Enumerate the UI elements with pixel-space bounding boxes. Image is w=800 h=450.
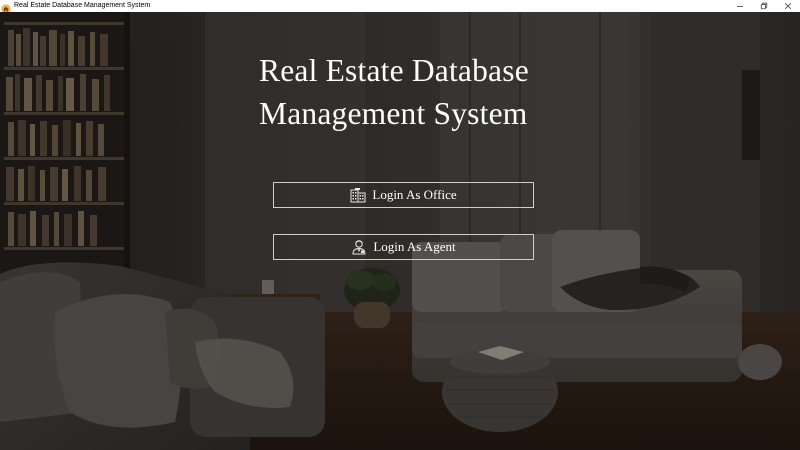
close-icon (784, 2, 792, 10)
login-as-agent-label: Login As Agent (373, 239, 456, 254)
minimize-icon (737, 6, 743, 7)
login-as-office-label: Login As Office (372, 187, 457, 202)
restore-icon (760, 2, 768, 10)
login-as-office-button[interactable]: Login As Office (273, 182, 534, 208)
page-title: Real Estate Database Management System (259, 49, 579, 135)
close-button[interactable] (776, 0, 800, 12)
window-title: Real Estate Database Management System (14, 2, 151, 9)
house-icon (1, 1, 11, 14)
login-as-agent-button[interactable]: Login As Agent (273, 234, 534, 260)
office-building-icon (350, 187, 366, 203)
restore-button[interactable] (752, 0, 776, 12)
agent-person-icon (351, 239, 367, 255)
minimize-button[interactable] (728, 0, 752, 12)
window-titlebar[interactable]: Real Estate Database Management System (0, 0, 800, 14)
page-title-line2: Management System (259, 96, 528, 131)
page-title-line1: Real Estate Database (259, 53, 529, 88)
